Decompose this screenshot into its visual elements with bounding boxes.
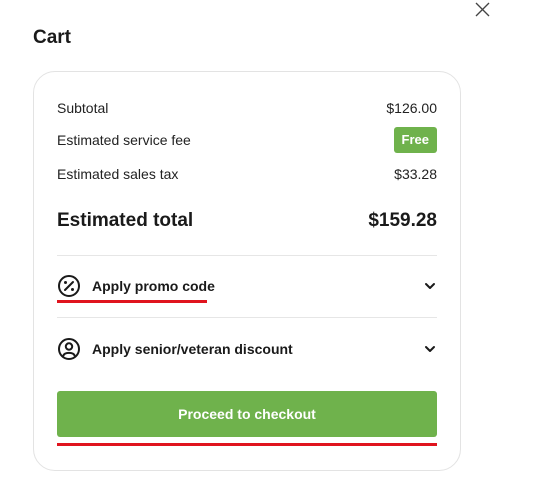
- apply-promo-code-toggle[interactable]: Apply promo code: [57, 272, 437, 300]
- close-icon: [471, 0, 493, 22]
- chevron-down-icon: [423, 342, 437, 356]
- sales-tax-value: $33.28: [394, 166, 437, 182]
- senior-discount-label: Apply senior/veteran discount: [92, 341, 293, 357]
- percent-badge-icon: [57, 274, 81, 298]
- cart-page: Cart Subtotal $126.00 Estimated service …: [0, 0, 554, 488]
- service-fee-row: Estimated service fee Free: [57, 127, 437, 153]
- page-title: Cart: [33, 27, 72, 48]
- subtotal-label: Subtotal: [57, 100, 109, 116]
- user-circle-icon: [57, 337, 81, 361]
- service-fee-label: Estimated service fee: [57, 132, 191, 148]
- free-badge: Free: [393, 127, 437, 153]
- divider: [57, 317, 437, 318]
- sales-tax-row: Estimated sales tax $33.28: [57, 165, 437, 183]
- total-value: $159.28: [368, 210, 437, 231]
- close-button[interactable]: [471, 0, 493, 22]
- total-row: Estimated total $159.28: [57, 208, 437, 234]
- sales-tax-label: Estimated sales tax: [57, 166, 179, 182]
- promo-highlight-underline: [57, 300, 207, 303]
- checkout-highlight-underline: [57, 443, 437, 446]
- subtotal-row: Subtotal $126.00: [57, 99, 437, 117]
- subtotal-value: $126.00: [386, 100, 437, 116]
- order-summary-card: Subtotal $126.00 Estimated service fee F…: [33, 71, 461, 471]
- apply-senior-discount-toggle[interactable]: Apply senior/veteran discount: [57, 335, 437, 363]
- proceed-to-checkout-button[interactable]: Proceed to checkout: [57, 391, 437, 437]
- total-label: Estimated total: [57, 210, 194, 231]
- divider: [57, 255, 437, 256]
- promo-code-label: Apply promo code: [92, 278, 215, 294]
- chevron-down-icon: [423, 279, 437, 293]
